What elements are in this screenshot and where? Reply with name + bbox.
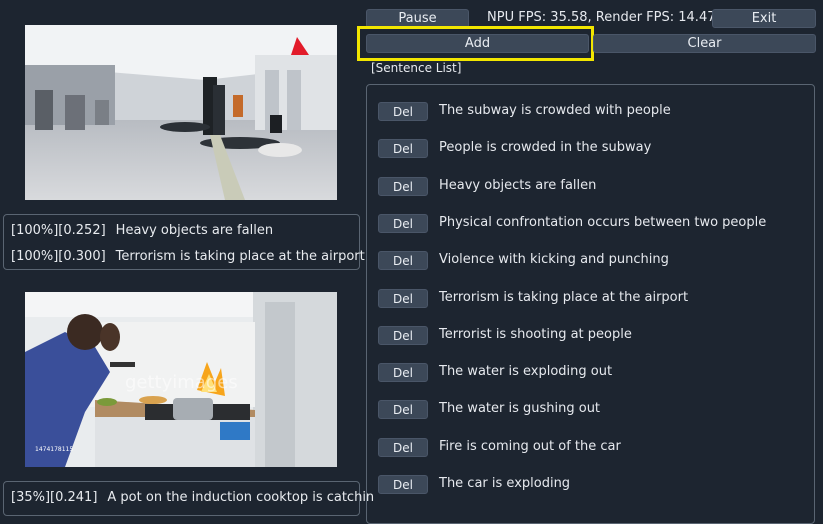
sentence-text: Heavy objects are fallen	[439, 178, 597, 193]
caption-text: Terrorism is taking place at the airport	[115, 249, 365, 264]
delete-sentence-button[interactable]: Del	[378, 251, 428, 270]
caption-score: [100%][0.300]	[11, 249, 106, 264]
caption-box-airport: [100%][0.252] Heavy objects are fallen [1…	[3, 214, 365, 270]
video-frame-kitchen: gettyimages 1474178115	[25, 292, 337, 467]
delete-sentence-button[interactable]: Del	[378, 289, 428, 308]
sentence-text: People is crowded in the subway	[439, 140, 652, 155]
sentence-text: Violence with kicking and punching	[439, 252, 669, 267]
delete-sentence-button[interactable]: Del	[378, 139, 428, 158]
clear-button[interactable]: Clear	[593, 34, 816, 53]
sentence-text: Terrorism is taking place at the airport	[439, 290, 689, 305]
image-id-text: 1474178115	[35, 446, 73, 453]
airport-scene-image	[25, 25, 337, 200]
sentence-text: Terrorist is shooting at people	[439, 327, 632, 342]
caption-text: Heavy objects are fallen	[115, 223, 274, 238]
delete-sentence-button[interactable]: Del	[378, 102, 428, 121]
video-frame-airport	[25, 25, 337, 200]
sentence-text: Physical confrontation occurs between tw…	[439, 215, 767, 230]
caption-row: [100%][0.252] Heavy objects are fallen	[11, 223, 273, 238]
caption-text: A pot on the induction cooktop is catchi…	[107, 490, 375, 505]
sentence-text: The subway is crowded with people	[439, 103, 671, 118]
delete-sentence-button[interactable]: Del	[378, 326, 428, 345]
caption-box-kitchen: [35%][0.241] A pot on the induction cookt…	[3, 481, 374, 516]
fps-readout: NPU FPS: 35.58, Render FPS: 14.47	[487, 10, 716, 25]
caption-score: [35%][0.241]	[11, 490, 98, 505]
sentence-text: Fire is coming out of the car	[439, 439, 621, 454]
delete-sentence-button[interactable]: Del	[378, 177, 428, 196]
caption-row: [100%][0.300] Terrorism is taking place a…	[11, 249, 365, 264]
sentence-text: The water is exploding out	[439, 364, 613, 379]
caption-row: [35%][0.241] A pot on the induction cookt…	[11, 490, 374, 505]
delete-sentence-button[interactable]: Del	[378, 400, 428, 419]
exit-button[interactable]: Exit	[712, 9, 816, 28]
sentence-text: The water is gushing out	[439, 401, 601, 416]
delete-sentence-button[interactable]: Del	[378, 438, 428, 457]
kitchen-scene-image: gettyimages 1474178115	[25, 292, 337, 467]
caption-score: [100%][0.252]	[11, 223, 106, 238]
add-highlight	[357, 26, 594, 61]
delete-sentence-button[interactable]: Del	[378, 475, 428, 494]
sentence-text: The car is exploding	[439, 476, 571, 491]
delete-sentence-button[interactable]: Del	[378, 214, 428, 233]
watermark-text: gettyimages	[125, 372, 238, 393]
delete-sentence-button[interactable]: Del	[378, 363, 428, 382]
sentence-list-label: [Sentence List]	[371, 61, 462, 75]
